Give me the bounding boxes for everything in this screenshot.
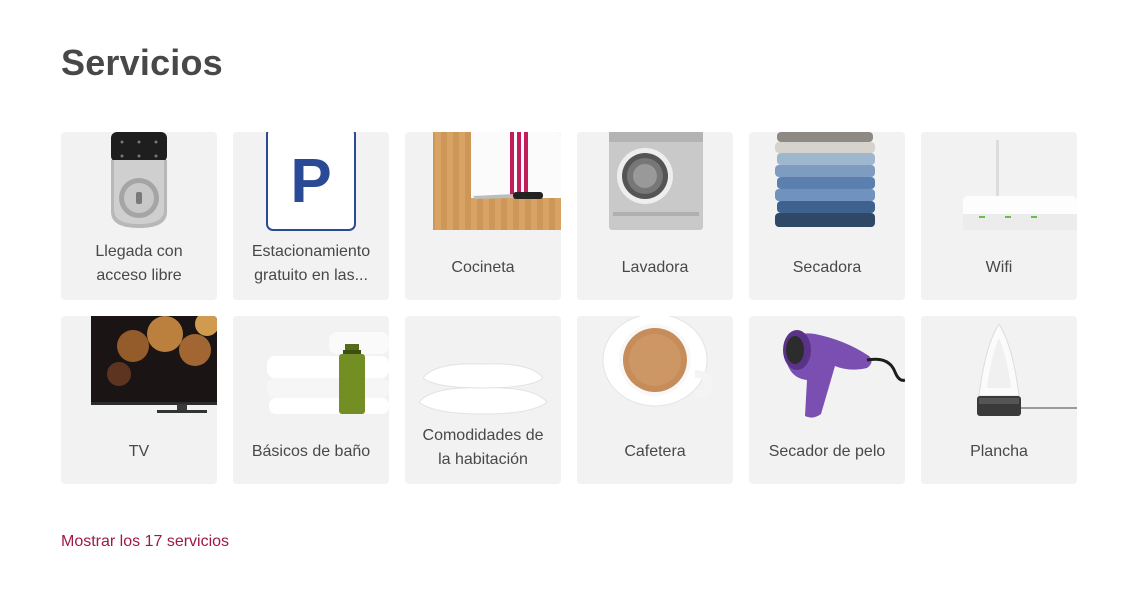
svg-text:P: P	[290, 147, 331, 216]
parking-sign-icon: P	[233, 132, 389, 236]
amenity-label: TV	[128, 443, 150, 460]
amenity-card-dryer[interactable]: Secadora	[749, 132, 905, 300]
amenity-label: Secador de pelo	[768, 443, 886, 460]
amenity-card-bedroom-comforts[interactable]: Comodidades de la habitación	[405, 316, 561, 484]
amenity-label: Estacionamiento gratuito en las...	[251, 243, 371, 284]
section-title: Servicios	[61, 42, 223, 83]
smart-lock-icon	[61, 132, 217, 236]
wifi-router-icon	[921, 132, 1077, 236]
folded-clothes-icon	[749, 132, 905, 236]
amenity-label: Llegada con acceso libre	[95, 243, 183, 284]
amenity-card-wifi[interactable]: Wifi	[921, 132, 1077, 300]
iron-icon	[921, 316, 1077, 420]
amenity-label: Comodidades de la habitación	[422, 427, 544, 468]
amenity-card-bathroom-basics[interactable]: Básicos de baño	[233, 316, 389, 484]
amenities-grid: Llegada con acceso libre P Estacionamient…	[61, 132, 1077, 484]
amenity-label: Secadora	[792, 259, 862, 276]
amenity-card-coffee-maker[interactable]: Cafetera	[577, 316, 733, 484]
cutting-board-icon	[405, 132, 561, 236]
amenity-card-free-parking[interactable]: P Estacionamiento gratuito en las...	[233, 132, 389, 300]
tv-icon	[61, 316, 217, 420]
hair-dryer-icon	[749, 316, 905, 420]
coffee-cup-icon	[577, 316, 733, 420]
amenity-label: Plancha	[970, 443, 1028, 460]
amenity-card-washer[interactable]: Lavadora	[577, 132, 733, 300]
amenity-label: Básicos de baño	[251, 443, 371, 460]
towels-soap-icon	[233, 316, 389, 420]
amenity-label: Cafetera	[624, 443, 686, 460]
amenity-label: Lavadora	[621, 259, 689, 276]
amenity-card-self-check-in[interactable]: Llegada con acceso libre	[61, 132, 217, 300]
amenity-card-tv[interactable]: TV	[61, 316, 217, 484]
pillows-icon	[405, 316, 561, 420]
amenity-card-kitchenette[interactable]: Cocineta	[405, 132, 561, 300]
amenity-card-iron[interactable]: Plancha	[921, 316, 1077, 484]
washing-machine-icon	[577, 132, 733, 236]
amenity-label: Wifi	[985, 259, 1013, 276]
amenity-label: Cocineta	[451, 259, 515, 276]
amenity-card-hair-dryer[interactable]: Secador de pelo	[749, 316, 905, 484]
show-all-amenities-link[interactable]: Mostrar los 17 servicios	[61, 533, 229, 551]
